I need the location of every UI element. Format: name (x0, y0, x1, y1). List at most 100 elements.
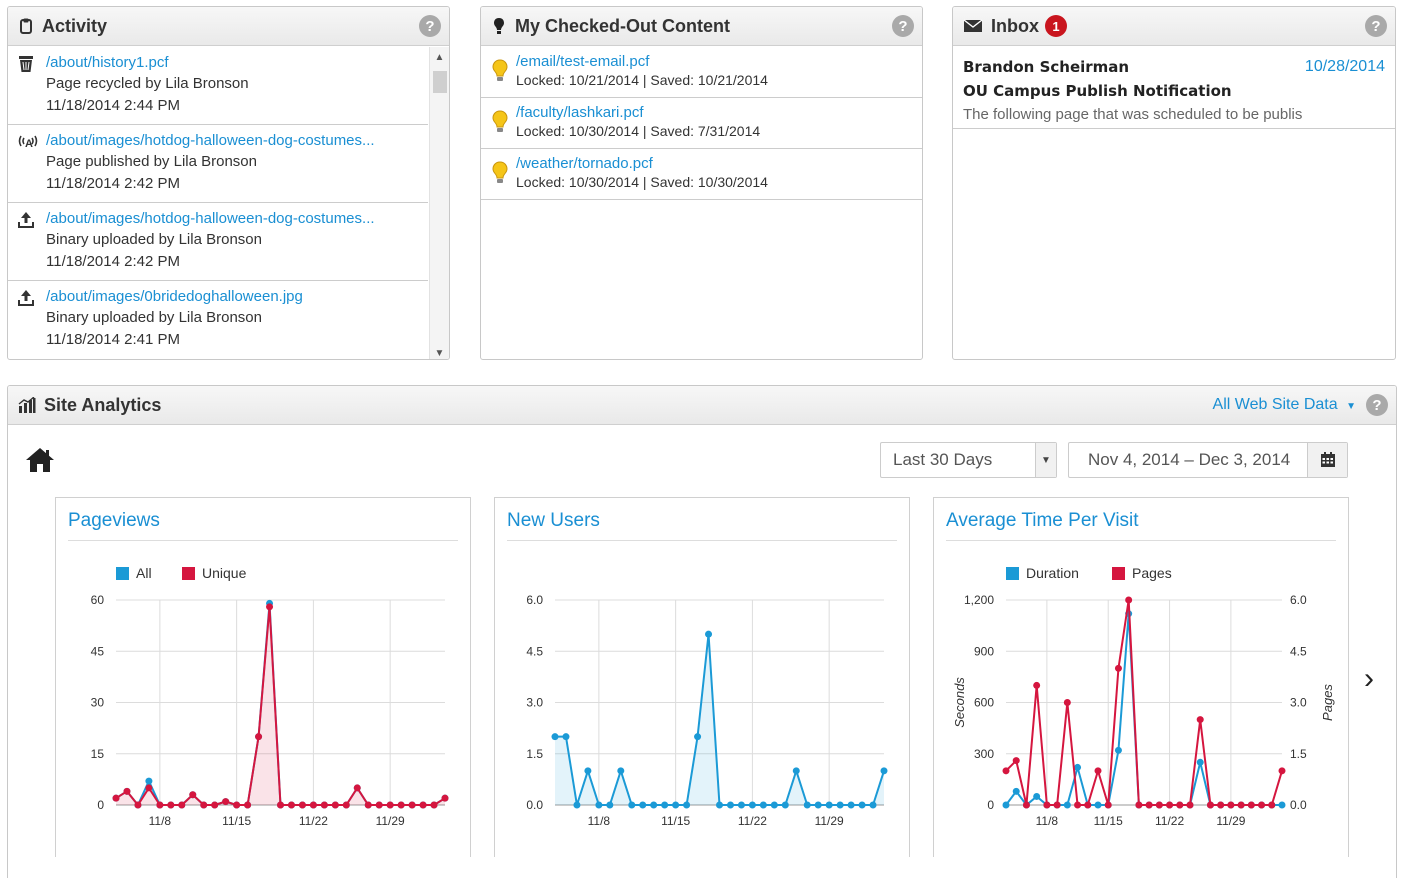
bar-chart-icon (18, 396, 36, 414)
y-tick-label: 60 (91, 593, 105, 607)
avg-time-chart: 0 300 600 900 1,200 0.0 1.5 3.0 4.5 6.0 11/8 11/15 1… (952, 565, 1335, 828)
data-point (1114, 746, 1122, 754)
data-point (1012, 757, 1020, 765)
checked-out-path-link[interactable]: /faculty/lashkari.pcf (516, 104, 922, 121)
data-point (375, 801, 383, 809)
y-axis-label-right: Pages (1320, 684, 1335, 721)
range-select[interactable]: Last 30 Days ▼ (880, 442, 1057, 478)
checked-out-panel: My Checked-Out Content ? /email/test-ema… (480, 6, 923, 360)
data-point (1084, 801, 1092, 809)
legend-label: Pages (1132, 565, 1172, 581)
data-point (145, 784, 153, 792)
series-line (555, 634, 885, 806)
checked-out-header: My Checked-Out Content ? (481, 7, 922, 46)
data-point (1196, 716, 1204, 724)
legend-label: All (136, 565, 152, 581)
scope-dropdown[interactable]: All Web Site Data ▼ (1213, 396, 1356, 414)
help-icon[interactable]: ? (1366, 394, 1388, 416)
data-point (639, 801, 647, 809)
new-users-chart: 0.0 1.5 3.0 4.5 6.0 11/8 11/15 11/22 11/29 (526, 593, 888, 828)
inbox-title: Inbox (991, 15, 1039, 36)
activity-path-link[interactable]: /about/images/0bridedoghalloween.jpg (46, 287, 421, 307)
data-point (441, 794, 449, 802)
data-point (298, 801, 306, 809)
next-arrow-icon[interactable]: › (1364, 664, 1374, 694)
list-item: /faculty/lashkari.pcf Locked: 10/30/2014… (481, 98, 922, 149)
lightbulb-icon (492, 110, 508, 139)
data-point (1033, 681, 1041, 689)
y-tick-label-right: 3.0 (1290, 696, 1307, 710)
activity-path-link[interactable]: /about/history1.pcf (46, 53, 421, 73)
activity-action: Binary uploaded by Lila Bronson (46, 231, 262, 248)
y-tick-label: 30 (91, 696, 105, 710)
data-point (726, 801, 734, 809)
inbox-panel: Inbox 1 ? Brandon Scheirman 10/28/2014 O… (952, 6, 1396, 360)
data-point (705, 630, 713, 638)
data-point (562, 733, 570, 741)
data-point (255, 733, 263, 741)
activity-path-link[interactable]: /about/images/hotdog-halloween-dog-costu… (46, 209, 421, 229)
legend-swatch (116, 567, 129, 580)
checked-out-path-link[interactable]: /email/test-email.pcf (516, 53, 922, 70)
data-point (430, 801, 438, 809)
data-point (287, 801, 295, 809)
data-point (1278, 767, 1286, 775)
scroll-up-icon[interactable]: ▲ (430, 49, 449, 67)
activity-panel: Activity ? /about/history1.pcf Page recy… (7, 6, 450, 360)
data-point (650, 801, 658, 809)
activity-path-link[interactable]: /about/images/hotdog-halloween-dog-costu… (46, 131, 421, 151)
calendar-icon[interactable] (1307, 443, 1347, 477)
date-range-input[interactable]: Nov 4, 2014 – Dec 3, 2014 (1068, 442, 1348, 478)
data-point (672, 801, 680, 809)
data-point (320, 801, 328, 809)
y-tick-label: 6.0 (526, 593, 543, 607)
pageviews-chart: 0 15 30 45 60 11/8 11/15 11/22 11/29 All Unique (91, 565, 449, 828)
data-point (1268, 801, 1276, 809)
x-tick-label: 11/8 (1036, 814, 1059, 828)
data-point (880, 767, 888, 775)
y-tick-label-right: 4.5 (1290, 644, 1307, 658)
data-point (244, 801, 252, 809)
data-point (331, 801, 339, 809)
home-icon[interactable] (25, 447, 55, 478)
data-point (353, 784, 361, 792)
activity-time: 11/18/2014 2:42 PM (46, 253, 180, 270)
data-point (1278, 801, 1286, 809)
inbox-message[interactable]: Brandon Scheirman 10/28/2014 OU Campus P… (953, 47, 1395, 129)
data-point (1094, 801, 1102, 809)
data-point (200, 801, 208, 809)
checked-out-meta: Locked: 10/30/2014 | Saved: 10/30/2014 (516, 174, 768, 190)
data-point (364, 801, 372, 809)
checked-out-title: My Checked-Out Content (515, 15, 731, 36)
data-point (1186, 801, 1194, 809)
x-tick-label: 11/29 (815, 814, 844, 828)
legend-swatch (182, 567, 195, 580)
data-point (178, 801, 186, 809)
series-area (116, 606, 445, 805)
activity-list: /about/history1.pcf Page recycled by Lil… (8, 47, 428, 359)
data-point (1002, 801, 1010, 809)
y-tick-label: 900 (974, 644, 994, 658)
help-icon[interactable]: ? (892, 15, 914, 37)
y-tick-label: 1.5 (526, 747, 543, 761)
list-item: A /about/images/hotdog-halloween-dog-cos… (8, 125, 428, 203)
y-tick-label: 15 (91, 747, 105, 761)
data-point (1217, 801, 1225, 809)
activity-action: Page published by Lila Bronson (46, 153, 257, 170)
data-point (1247, 801, 1255, 809)
pageviews-chart-card: Pageviews 0 15 30 45 60 11/8 11/15 11/22 11/29 Al… (55, 497, 471, 857)
help-icon[interactable]: ? (1365, 15, 1387, 37)
activity-action: Page recycled by Lila Bronson (46, 75, 249, 92)
help-icon[interactable]: ? (419, 15, 441, 37)
data-point (595, 801, 603, 809)
data-point (1012, 787, 1020, 795)
data-point (803, 801, 811, 809)
data-point (836, 801, 844, 809)
x-tick-label: 11/8 (588, 814, 611, 828)
scroll-thumb[interactable] (433, 71, 447, 93)
checked-out-path-link[interactable]: /weather/tornado.pcf (516, 155, 922, 172)
activity-scrollbar[interactable]: ▲ ▼ (429, 47, 449, 359)
scroll-down-icon[interactable]: ▼ (430, 345, 449, 359)
data-point (1063, 801, 1071, 809)
y-tick-label: 1,200 (964, 593, 994, 607)
